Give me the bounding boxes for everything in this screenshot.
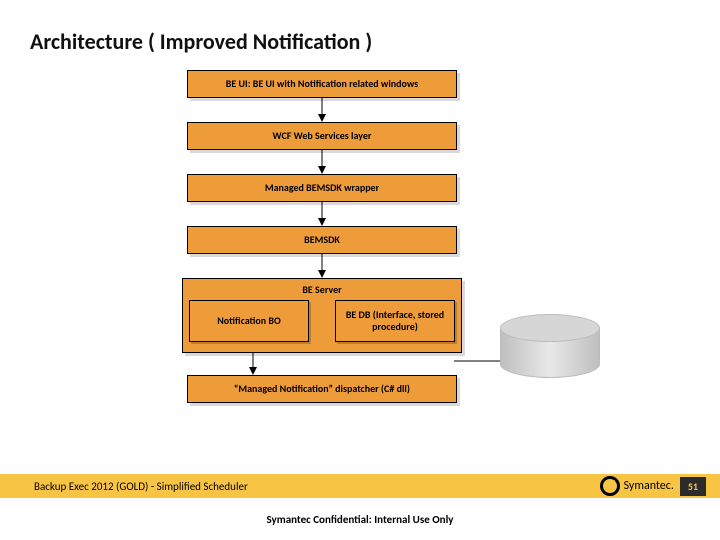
box-be-db-interface: BE DB (Interface, stored procedure): [335, 300, 455, 342]
box-wrapper: Managed BEMSDK wrapper: [187, 174, 457, 202]
logo-ring-icon: ✓: [600, 476, 620, 496]
symantec-logo: ✓ Symantec.: [600, 476, 674, 496]
slide-title: Architecture ( Improved Notification ): [30, 28, 372, 55]
box-bemsdk: BEMSDK: [187, 226, 457, 254]
page-number: 51: [680, 477, 706, 496]
brand-name: Symantec.: [624, 479, 674, 493]
arrow-down-2: [187, 150, 457, 174]
arrow-down-5: [187, 353, 457, 375]
be-server-group: BE Server Notification BO BE DB (Interfa…: [182, 278, 462, 353]
confidential-notice: Symantec Confidential: Internal Use Only: [0, 513, 720, 526]
arrow-down-3: [187, 202, 457, 226]
arrow-down-4: [187, 254, 457, 278]
box-notification-bo: Notification BO: [189, 300, 309, 342]
box-wcf: WCF Web Services layer: [187, 122, 457, 150]
architecture-diagram: BE UI: BE UI with Notification related w…: [172, 70, 472, 403]
server-title: BE Server: [189, 281, 455, 300]
box-dispatcher: “Managed Notification” dispatcher (C# dl…: [187, 375, 457, 403]
footer-product-name: Backup Exec 2012 (GOLD) - Simplified Sch…: [34, 480, 248, 493]
footer-right: ✓ Symantec. 51: [600, 476, 706, 496]
logo-check-icon: ✓: [605, 476, 618, 495]
arrow-down-1: [187, 98, 457, 122]
box-be-ui: BE UI: BE UI with Notification related w…: [187, 70, 457, 98]
database-cylinder-icon: BE DB: [500, 314, 600, 378]
